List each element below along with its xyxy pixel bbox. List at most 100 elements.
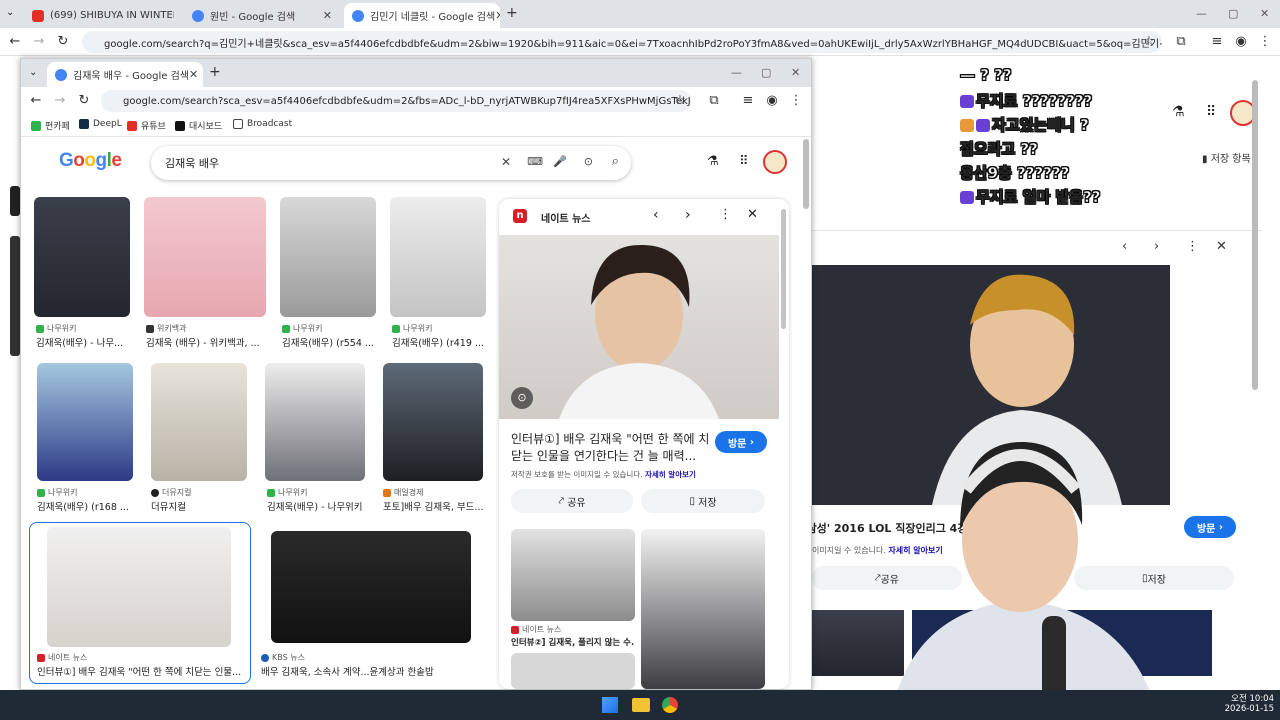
learn-more-link[interactable]: 자세히 알아보기 bbox=[645, 470, 696, 479]
tab-wonbin[interactable]: 원빈 - Google 검색 ✕ bbox=[184, 3, 340, 28]
tab-search-icon[interactable]: ⌄ bbox=[29, 67, 37, 78]
detail-source[interactable]: 네이트 뉴스 bbox=[541, 210, 590, 225]
result-caption[interactable]: 더뮤지컬 bbox=[151, 499, 247, 513]
labs-icon[interactable]: ⚗ bbox=[707, 154, 719, 169]
new-tab-button[interactable]: + bbox=[506, 5, 518, 21]
result-thumbnail[interactable] bbox=[37, 363, 133, 481]
reload-icon[interactable]: ↻ bbox=[54, 34, 72, 49]
extensions-icon[interactable]: ⧉ bbox=[705, 93, 723, 108]
profile-icon[interactable]: ◉ bbox=[763, 93, 781, 108]
media-icon[interactable]: ≡ bbox=[739, 93, 757, 108]
result-caption[interactable]: 김재욱(배우) (r168 ... bbox=[37, 499, 137, 513]
bookmark-item[interactable]: DeepL bbox=[79, 119, 122, 129]
save-button[interactable]: ▯ 저장 bbox=[641, 489, 765, 513]
result-thumbnail[interactable] bbox=[151, 363, 247, 481]
maximize-button[interactable]: ▢ bbox=[761, 66, 771, 79]
keyboard-icon[interactable]: ⌨ bbox=[527, 155, 543, 168]
result-caption[interactable]: 인터뷰①] 배우 김재욱 "어떤 한 쪽에 치닫는 인물... bbox=[37, 664, 243, 678]
result-thumbnail[interactable] bbox=[34, 197, 130, 317]
scrollbar[interactable] bbox=[781, 209, 786, 329]
bookmark-item[interactable]: Broadcast bbox=[233, 119, 292, 129]
back-icon[interactable]: ← bbox=[6, 34, 24, 49]
result-thumbnail[interactable] bbox=[265, 363, 365, 481]
clock[interactable]: 오전 10:04 2026-01-15 bbox=[1212, 692, 1274, 714]
forward-icon[interactable]: → bbox=[30, 34, 48, 49]
address-bar[interactable]: google.com/search?q=김민기+네클릿&sca_esv=a5f4… bbox=[82, 31, 1162, 53]
close-window-button[interactable]: ✕ bbox=[791, 66, 800, 79]
result-thumbnail[interactable] bbox=[390, 197, 486, 317]
file-explorer-icon[interactable] bbox=[632, 698, 650, 712]
back-icon[interactable]: ← bbox=[27, 93, 45, 108]
forward-icon[interactable]: → bbox=[51, 93, 69, 108]
result-thumbnail[interactable] bbox=[271, 531, 471, 643]
lens-icon[interactable]: ⊙ bbox=[584, 155, 593, 168]
result-caption[interactable]: 김재욱(배우) - 나무... bbox=[36, 335, 132, 349]
result-thumbnail[interactable] bbox=[47, 527, 231, 647]
lens-icon[interactable]: ⊙ bbox=[511, 387, 533, 409]
more-icon[interactable]: ⋮ bbox=[1186, 239, 1199, 254]
page-scrollbar[interactable] bbox=[803, 139, 809, 209]
tab-youtube[interactable]: (699) SHIBUYA IN WINTER 🔈 ✕ bbox=[24, 3, 174, 28]
media-icon[interactable]: ≡ bbox=[1208, 34, 1226, 49]
result-thumbnail[interactable] bbox=[280, 197, 376, 317]
bookmark-item[interactable]: 대시보드 bbox=[175, 119, 222, 132]
result-caption[interactable]: 김재욱(배우) (r419 ... bbox=[392, 335, 488, 349]
minimize-button[interactable]: — bbox=[1196, 7, 1207, 20]
profile-icon[interactable]: ◉ bbox=[1232, 34, 1250, 49]
tab-search-icon[interactable]: ⌄ bbox=[6, 7, 14, 18]
visit-button[interactable]: 방문 › bbox=[715, 431, 767, 453]
prev-icon[interactable]: ‹ bbox=[653, 207, 659, 223]
visit-button[interactable]: 방문 › bbox=[1184, 516, 1236, 538]
close-icon[interactable]: ✕ bbox=[1216, 239, 1227, 254]
maximize-button[interactable]: ▢ bbox=[1228, 7, 1238, 20]
more-icon[interactable]: ⋮ bbox=[719, 207, 732, 222]
bookmark-star-icon[interactable]: ☆ bbox=[671, 93, 689, 108]
address-bar[interactable]: google.com/search?sca_esv=a5f4406efcdbdb… bbox=[101, 90, 691, 112]
related-caption[interactable]: 인터뷰②] 김재욱, 풀리지 않는 수... bbox=[511, 636, 635, 648]
chrome-icon[interactable] bbox=[662, 697, 678, 713]
related-thumbnail[interactable] bbox=[511, 653, 635, 689]
apps-grid-icon[interactable]: ⠿ bbox=[1206, 104, 1216, 120]
result-caption[interactable]: 배우 김재욱, 소속사 계약...윤계상과 한솥밥 bbox=[261, 664, 491, 678]
share-button[interactable]: ⤤ 공유 bbox=[511, 489, 633, 513]
clear-icon[interactable]: ✕ bbox=[501, 155, 511, 169]
menu-icon[interactable]: ⋮ bbox=[1256, 34, 1274, 49]
prev-icon[interactable]: ‹ bbox=[1122, 239, 1127, 254]
close-icon[interactable]: ✕ bbox=[323, 9, 332, 22]
close-icon[interactable]: ✕ bbox=[189, 68, 198, 81]
result-thumbnail[interactable] bbox=[144, 197, 266, 317]
detail-title[interactable]: 인터뷰①] 배우 김재욱 "어떤 한 쪽에 치닫는 인물을 연기한다는 건 늘 … bbox=[511, 431, 711, 465]
scrollbar[interactable] bbox=[1252, 80, 1258, 390]
new-tab-button[interactable]: + bbox=[209, 64, 221, 80]
search-box[interactable]: 김재욱 배우 ✕ ⌨ 🎤 ⊙ ⌕ bbox=[151, 146, 631, 180]
related-thumbnail[interactable] bbox=[641, 529, 765, 689]
detail-image[interactable]: ⊙ bbox=[499, 235, 779, 419]
result-caption[interactable]: 김재욱 (배우) - 위키백과, ... bbox=[146, 335, 266, 349]
reload-icon[interactable]: ↻ bbox=[75, 93, 93, 108]
minimize-button[interactable]: — bbox=[731, 66, 742, 79]
extensions-icon[interactable]: ⧉ bbox=[1172, 34, 1190, 49]
google-logo[interactable]: Google bbox=[59, 150, 122, 172]
avatar[interactable] bbox=[763, 150, 787, 174]
next-icon[interactable]: › bbox=[1154, 239, 1159, 254]
labs-icon[interactable]: ⚗ bbox=[1172, 104, 1185, 120]
bookmark-item[interactable]: 유튜브 bbox=[127, 119, 166, 132]
result-caption[interactable]: 김재욱(배우) (r554 ... bbox=[282, 335, 378, 349]
bookmark-item[interactable]: 펀카페 bbox=[31, 119, 70, 132]
bookmark-star-icon[interactable]: ☆ bbox=[1140, 34, 1158, 49]
close-icon[interactable]: ✕ bbox=[495, 9, 500, 22]
related-thumbnail[interactable] bbox=[511, 529, 635, 621]
close-window-button[interactable]: ✕ bbox=[1260, 7, 1269, 20]
result-caption[interactable]: 김재욱(배우) - 나무위키 bbox=[267, 499, 367, 513]
start-icon[interactable] bbox=[602, 697, 618, 713]
close-icon[interactable]: ✕ bbox=[747, 207, 758, 222]
result-thumbnail[interactable] bbox=[383, 363, 483, 481]
menu-icon[interactable]: ⋮ bbox=[787, 93, 805, 108]
saved-items-link[interactable]: ▮ 저장 항목 bbox=[1202, 150, 1251, 165]
next-icon[interactable]: › bbox=[685, 207, 691, 223]
apps-grid-icon[interactable]: ⠿ bbox=[739, 154, 749, 169]
search-icon[interactable]: ⌕ bbox=[612, 154, 619, 169]
tab-kimjaewook[interactable]: 김재욱 배우 - Google 검색 ✕ bbox=[47, 62, 203, 87]
search-input[interactable]: 김재욱 배우 bbox=[165, 155, 219, 171]
mic-icon[interactable]: 🎤 bbox=[553, 155, 567, 168]
